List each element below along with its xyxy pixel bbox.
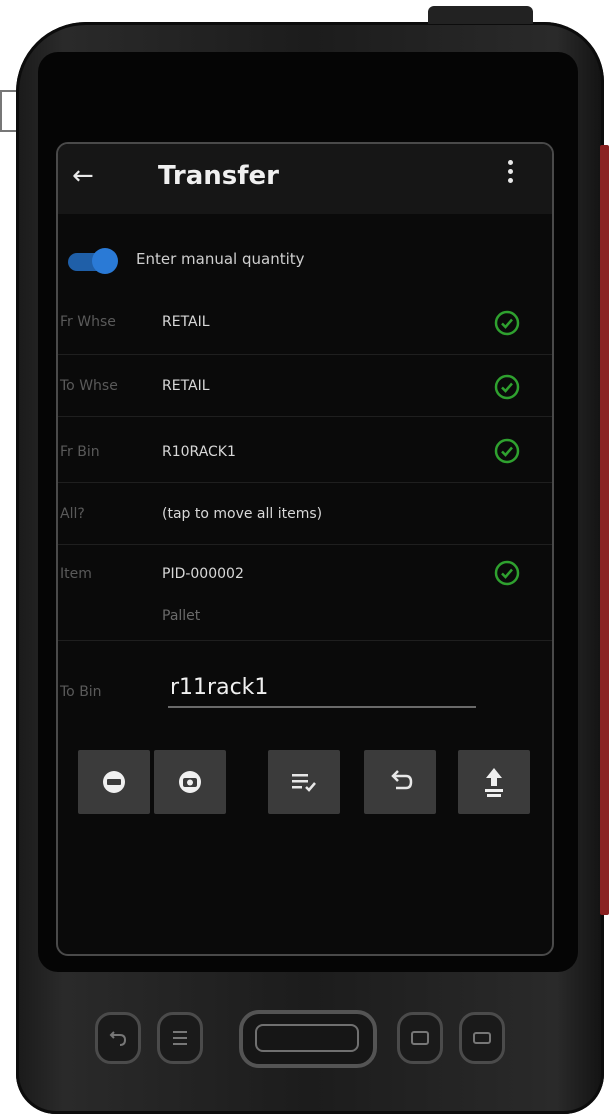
scan-icon	[103, 771, 125, 793]
field-row-to-whse[interactable]: To Whse RETAIL	[58, 354, 552, 417]
app-screen: ← Transfer Enter manual quantity Fr Whse…	[56, 142, 554, 956]
field-value: (tap to move all items)	[162, 506, 323, 522]
camera-button[interactable]	[154, 750, 226, 814]
to-bin-label: To Bin	[60, 684, 102, 700]
hw-scan-key[interactable]	[239, 1010, 377, 1068]
check-circle-icon	[494, 310, 520, 336]
scan-key-inner	[255, 1024, 359, 1052]
hardware-keys	[95, 1002, 515, 1072]
field-label: All?	[60, 506, 85, 522]
overflow-menu-icon[interactable]	[506, 156, 514, 196]
power-key[interactable]	[428, 6, 533, 24]
undo-icon	[391, 770, 413, 790]
upload-icon	[485, 768, 503, 797]
field-row-all[interactable]: All? (tap to move all items)	[58, 482, 552, 545]
side-scan-key	[0, 90, 16, 132]
home-key-icon	[411, 1031, 429, 1045]
menu-key-icon	[173, 1031, 187, 1045]
list-check-button[interactable]	[268, 750, 340, 814]
field-label: To Whse	[60, 378, 118, 394]
app-bar: ← Transfer	[58, 144, 552, 214]
check-circle-icon	[494, 374, 520, 400]
field-label: Fr Whse	[60, 314, 116, 330]
check-circle-icon	[494, 438, 520, 464]
manual-quantity-toggle[interactable]	[68, 248, 118, 274]
field-row-fr-whse[interactable]: Fr Whse RETAIL	[58, 292, 552, 355]
back-arrow-icon[interactable]: ←	[72, 156, 94, 196]
submit-button[interactable]	[458, 750, 530, 814]
field-value: RETAIL	[162, 378, 210, 394]
page-title: Transfer	[158, 161, 279, 191]
check-circle-icon	[494, 560, 520, 586]
to-bin-input[interactable]: r11rack1	[168, 670, 476, 708]
hw-search-key[interactable]	[459, 1012, 505, 1064]
camera-icon	[179, 771, 201, 793]
hw-back-key[interactable]	[95, 1012, 141, 1064]
manual-quantity-row: Enter manual quantity	[58, 240, 552, 284]
list-check-icon	[292, 774, 316, 792]
field-label: Fr Bin	[60, 444, 100, 460]
field-subvalue: Pallet	[162, 608, 201, 624]
field-row-item[interactable]: Item PID-000002 Pallet	[58, 544, 552, 641]
field-value: RETAIL	[162, 314, 210, 330]
tab-key-icon	[473, 1032, 491, 1044]
scan-button[interactable]	[78, 750, 150, 814]
manual-quantity-label: Enter manual quantity	[136, 250, 305, 268]
hw-home-key[interactable]	[397, 1012, 443, 1064]
field-value: R10RACK1	[162, 444, 236, 460]
field-value: PID-000002	[162, 566, 244, 582]
undo-button[interactable]	[364, 750, 436, 814]
hw-menu-key[interactable]	[157, 1012, 203, 1064]
side-trim	[600, 145, 609, 915]
field-row-fr-bin[interactable]: Fr Bin R10RACK1	[58, 416, 552, 483]
back-key-icon	[109, 1031, 127, 1046]
field-label: Item	[60, 566, 92, 582]
